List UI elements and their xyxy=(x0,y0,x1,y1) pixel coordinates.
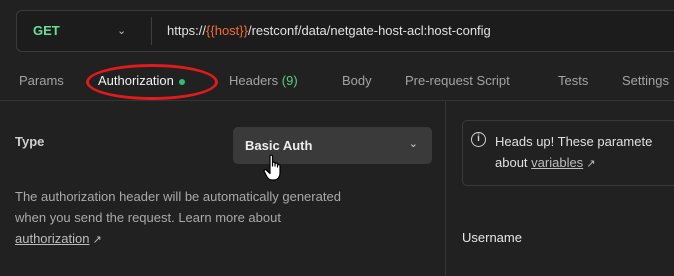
description-line: when you send the request. Learn more ab… xyxy=(15,210,281,225)
info-text: Heads up! These paramete about variables… xyxy=(495,131,652,175)
hand-pointer-icon xyxy=(263,154,281,181)
annotation-circle xyxy=(86,64,218,100)
authorization-link[interactable]: authorization xyxy=(15,231,89,246)
info-prefix: about xyxy=(495,155,532,170)
info-line: Heads up! These paramete xyxy=(495,134,653,149)
chevron-down-icon: ⌄ xyxy=(408,138,418,150)
tab-params[interactable]: Params xyxy=(19,73,64,88)
arrow-up-right-icon: ↗ xyxy=(92,234,102,246)
method-select[interactable]: GET xyxy=(33,23,60,38)
url-suffix: /restconf/data/netgate-host-acl:host-con… xyxy=(247,23,491,38)
tab-tests[interactable]: Tests xyxy=(558,73,588,88)
chevron-down-icon[interactable]: ⌄ xyxy=(117,24,126,37)
tab-label: Headers xyxy=(229,73,279,88)
tab-pre-request-script[interactable]: Pre-request Script xyxy=(405,73,510,88)
divider xyxy=(445,101,446,276)
url-bar: GET ⌄ https://{{host}}/restconf/data/net… xyxy=(16,10,674,52)
variables-link[interactable]: variables xyxy=(531,155,583,170)
auth-type-label: Type xyxy=(15,134,45,149)
info-banner: i Heads up! These paramete about variabl… xyxy=(462,120,674,186)
tab-headers[interactable]: Headers (9) xyxy=(229,73,298,88)
learn-more-line: authorization ↗ xyxy=(15,228,415,251)
info-icon: i xyxy=(471,132,486,147)
url-variable[interactable]: {{host}} xyxy=(206,23,248,38)
url-input[interactable]: https://{{host}}/restconf/data/netgate-h… xyxy=(167,23,491,38)
description-line: The authorization header will be automat… xyxy=(15,189,341,204)
divider xyxy=(151,17,152,45)
info-line: about variables ↗ xyxy=(495,152,652,175)
tab-settings[interactable]: Settings xyxy=(622,73,669,88)
headers-count-badge: (9) xyxy=(281,73,298,88)
username-label: Username xyxy=(462,230,522,245)
url-prefix: https:// xyxy=(167,23,207,38)
arrow-up-right-icon: ↗ xyxy=(586,158,596,170)
auth-description: The authorization header will be automat… xyxy=(15,186,415,251)
divider xyxy=(0,100,674,101)
tab-body[interactable]: Body xyxy=(342,73,372,88)
request-editor: GET ⌄ https://{{host}}/restconf/data/net… xyxy=(0,0,674,276)
auth-type-value: Basic Auth xyxy=(245,138,313,153)
